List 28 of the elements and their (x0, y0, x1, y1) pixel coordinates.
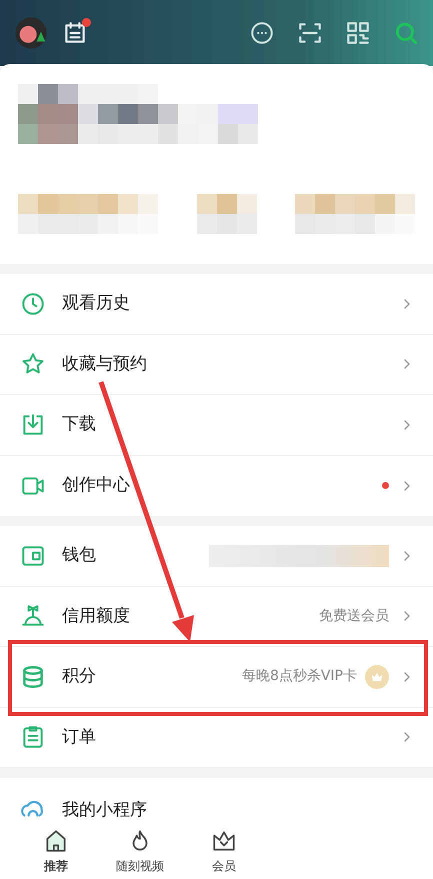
menu-item[interactable]: 收藏与预约 (0, 334, 433, 395)
menu-label: 订单 (62, 726, 96, 748)
menu-item[interactable]: 钱包 (0, 526, 433, 586)
menu-label: 创作中心 (62, 474, 130, 497)
message-icon[interactable] (249, 20, 275, 46)
nav-tab[interactable]: 随刻视频 (109, 823, 171, 879)
coin-stack-icon (20, 664, 46, 690)
clock-icon (20, 290, 46, 317)
menu-label: 我的小程序 (62, 798, 147, 822)
qr-code-icon[interactable] (345, 20, 371, 46)
menu-label: 收藏与预约 (62, 352, 147, 376)
menu-item[interactable]: 订单 (0, 708, 433, 768)
menu-label: 信用额度 (62, 604, 130, 628)
menu-item[interactable]: 下载 (0, 395, 433, 456)
menu-item[interactable]: 积分 每晚8点秒杀VIP卡 (0, 647, 433, 708)
menu-label: 下载 (62, 413, 96, 436)
menu-hint: 每晚8点秒杀VIP卡 (242, 667, 357, 686)
menu-hint: 免费送会员 (319, 606, 389, 626)
menu-label: 观看历史 (62, 292, 130, 315)
nav-tab[interactable]: 会员 (193, 823, 255, 879)
redacted-area (196, 194, 256, 234)
menu-item[interactable]: 观看历史 (0, 274, 433, 334)
menu-item[interactable]: 创作中心 (0, 456, 433, 516)
menu-label: 积分 (62, 665, 96, 688)
menu-item[interactable]: 我的小程序 (0, 778, 433, 823)
nav-tab[interactable]: 推荐 (25, 823, 87, 879)
avatar-icon (14, 16, 48, 50)
menu-label: 钱包 (62, 544, 96, 567)
